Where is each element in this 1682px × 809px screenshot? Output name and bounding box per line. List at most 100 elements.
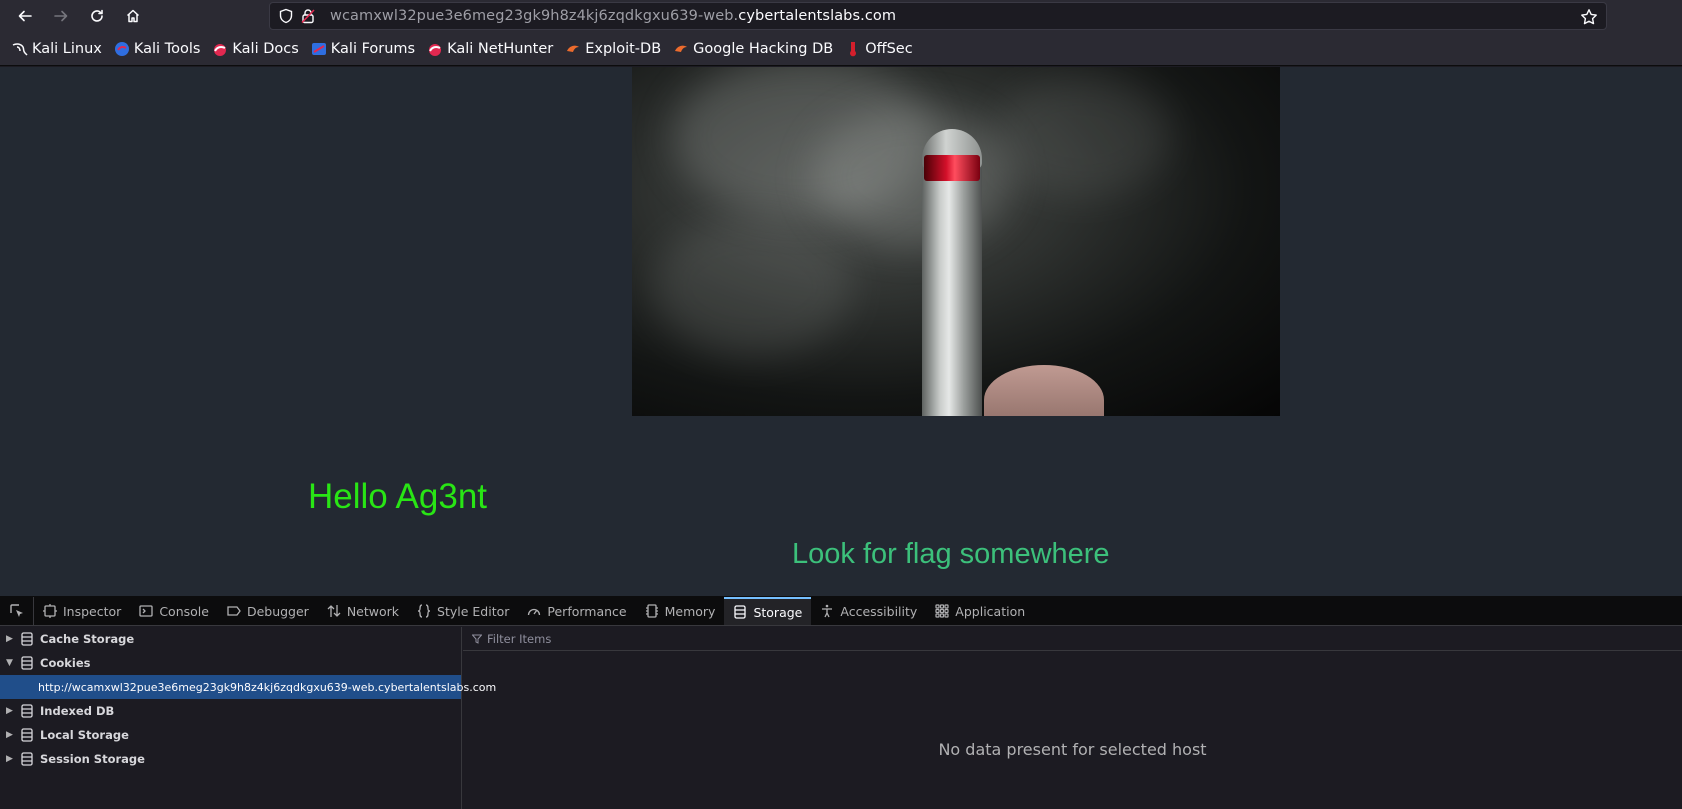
kali-dragon-icon [12, 42, 28, 56]
bookmark-label: Exploit-DB [585, 40, 662, 57]
forward-arrow-icon [54, 10, 68, 22]
tab-storage[interactable]: Storage [724, 597, 812, 625]
hero-image [632, 67, 1280, 416]
shield-icon[interactable] [278, 8, 294, 24]
inspector-icon [43, 604, 57, 618]
storage-icon [21, 632, 33, 646]
url-domain: cybertalentslabs.com [738, 8, 897, 24]
tab-label: Performance [547, 603, 627, 619]
element-picker-icon [9, 604, 23, 617]
tree-item-local-storage[interactable]: ▶ Local Storage [0, 723, 461, 747]
tab-label: Style Editor [437, 603, 510, 619]
network-icon [327, 605, 341, 617]
back-arrow-icon [18, 10, 32, 22]
style-editor-icon [417, 604, 431, 618]
storage-icon [734, 605, 747, 619]
kali-tools-icon [114, 41, 129, 56]
tab-console[interactable]: Console [130, 597, 218, 625]
console-icon [139, 605, 153, 617]
tab-performance[interactable]: Performance [518, 597, 635, 625]
devtools-tabbar: Inspector Console Debugger Network Style… [0, 597, 1682, 626]
offsec-icon [850, 41, 857, 56]
hand [984, 365, 1104, 416]
tab-inspector[interactable]: Inspector [34, 597, 130, 625]
reload-icon [91, 9, 103, 22]
url-subdomain: wcamxwl32pue3e6meg23gk9h8z4kj6zqdkgxu639… [330, 8, 739, 24]
page-content: Hello Ag3nt Look for flag somewhere [0, 67, 1682, 596]
tree-item-cookies[interactable]: ▼ Cookies [0, 651, 461, 675]
bookmark-label: Kali Docs [232, 40, 299, 57]
bookmark-google-hacking-db[interactable]: Google Hacking DB [673, 41, 833, 57]
tree-item-cookie-host[interactable]: http://wcamxwl32pue3e6meg23gk9h8z4kj6zqd… [0, 675, 496, 699]
tree-label: Cache Storage [40, 632, 135, 646]
collapse-arrow-icon[interactable]: ▼ [6, 658, 16, 668]
bookmark-label: OffSec [865, 40, 913, 57]
storage-icon [21, 728, 33, 742]
expand-arrow-icon[interactable]: ▶ [6, 706, 16, 716]
bookmark-exploit-db[interactable]: Exploit-DB [565, 41, 661, 57]
devtools-panel: Inspector Console Debugger Network Style… [0, 596, 1682, 809]
tree-label: Local Storage [40, 728, 129, 742]
home-button[interactable] [119, 3, 147, 29]
bookmark-star-icon[interactable] [1580, 8, 1598, 26]
bookmark-label: Google Hacking DB [693, 40, 834, 57]
filter-items-input[interactable] [487, 631, 887, 646]
tree-item-cache-storage[interactable]: ▶ Cache Storage [0, 627, 461, 651]
tab-label: Application [955, 603, 1026, 619]
tab-debugger[interactable]: Debugger [218, 597, 318, 625]
hint-text: Look for flag somewhere [792, 538, 1110, 570]
tab-label: Debugger [246, 603, 309, 619]
debugger-icon [227, 606, 241, 616]
filter-icon [472, 634, 482, 644]
tree-label: Cookies [40, 656, 91, 670]
ghdb-icon [675, 45, 688, 52]
tab-memory[interactable]: Memory [636, 597, 725, 625]
reload-button[interactable] [83, 3, 111, 29]
greeting-heading: Hello Ag3nt [308, 477, 488, 516]
bookmark-kali-linux[interactable]: Kali Linux [12, 41, 102, 57]
bookmark-label: Kali Forums [330, 40, 416, 57]
storage-tree: ▶ Cache Storage ▼ Cookies http://wcamxwl… [0, 627, 496, 809]
back-button[interactable] [11, 3, 39, 29]
tab-network[interactable]: Network [318, 597, 408, 625]
application-icon [935, 604, 949, 618]
bookmark-label: Kali Tools [133, 40, 201, 57]
red-light [924, 155, 980, 181]
storage-icon [21, 656, 33, 670]
bookmark-offsec[interactable]: OffSec [845, 41, 913, 57]
tab-style-editor[interactable]: Style Editor [408, 597, 518, 625]
tree-item-session-storage[interactable]: ▶ Session Storage [0, 747, 461, 771]
insecure-lock-icon[interactable] [300, 8, 316, 24]
tab-label: Inspector [63, 603, 122, 619]
expand-arrow-icon[interactable]: ▶ [6, 634, 16, 644]
kali-docs-icon [214, 43, 227, 56]
element-picker-button[interactable] [0, 597, 34, 625]
tree-label: http://wcamxwl32pue3e6meg23gk9h8z4kj6zqd… [38, 680, 497, 694]
empty-state-message: No data present for selected host [938, 740, 1207, 759]
metal-cylinder [922, 162, 982, 416]
storage-icon [21, 704, 33, 718]
bookmark-kali-forums[interactable]: Kali Forums [311, 41, 415, 57]
tree-label: Indexed DB [40, 704, 115, 718]
tree-item-indexed-db[interactable]: ▶ Indexed DB [0, 699, 461, 723]
tab-label: Accessibility [840, 603, 918, 619]
tab-application[interactable]: Application [926, 597, 1034, 625]
forward-button[interactable] [47, 3, 75, 29]
url-text[interactable]: wcamxwl32pue3e6meg23gk9h8z4kj6zqdkgxu639… [330, 8, 896, 24]
address-bar[interactable]: wcamxwl32pue3e6meg23gk9h8z4kj6zqdkgxu639… [269, 2, 1607, 30]
bookmark-kali-nethunter[interactable]: Kali NetHunter [427, 41, 553, 57]
bookmark-label: Kali NetHunter [447, 40, 554, 57]
tab-label: Console [159, 603, 209, 619]
bookmark-kali-tools[interactable]: Kali Tools [114, 40, 201, 57]
memory-icon [645, 604, 658, 618]
expand-arrow-icon[interactable]: ▶ [6, 754, 16, 764]
filter-bar [463, 627, 1682, 651]
bookmark-label: Kali Linux [32, 40, 102, 57]
exploit-db-icon [567, 45, 580, 52]
tab-label: Network [346, 603, 400, 619]
tab-accessibility[interactable]: Accessibility [811, 597, 926, 625]
navigation-toolbar: wcamxwl32pue3e6meg23gk9h8z4kj6zqdkgxu639… [0, 0, 1682, 32]
bookmark-kali-docs[interactable]: Kali Docs [212, 40, 299, 57]
storage-icon [21, 752, 33, 766]
expand-arrow-icon[interactable]: ▶ [6, 730, 16, 740]
